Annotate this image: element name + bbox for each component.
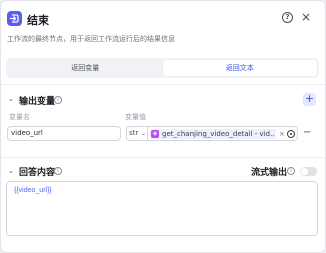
chevron-down-icon[interactable]: ⌄: [8, 167, 14, 175]
tab-return-variable[interactable]: 返回变量: [8, 60, 163, 76]
tab-return-text[interactable]: 返回文本: [162, 60, 317, 76]
panel-header: 结束 ? ×: [1, 1, 325, 34]
panel-title: 结束: [27, 14, 49, 27]
return-mode-tabs: 返回变量 返回文本: [6, 58, 319, 78]
variable-type-select[interactable]: str ⌄: [126, 126, 148, 141]
remove-variable-button[interactable]: −: [303, 128, 311, 138]
output-section-title: 输出变量: [19, 97, 56, 107]
end-node-panel: 结束 ? × 工作流的最终节点，用于返回工作流运行后的结果信息 返回变量 返回文…: [0, 0, 326, 253]
info-icon: i: [287, 167, 295, 175]
column-label-value: 变量值: [125, 113, 146, 121]
chevron-down-icon: ⌄: [140, 130, 146, 137]
variable-reference-chip[interactable]: ◈ get_chanjing_video_detail - vid...: [150, 129, 276, 139]
node-description: 工作流的最终节点，用于返回工作流运行后的结果信息: [7, 35, 175, 43]
answer-section-title: 回答内容: [19, 168, 56, 178]
divider: [1, 84, 325, 85]
clear-reference-icon[interactable]: ×: [279, 129, 285, 139]
reference-picker-icon[interactable]: [287, 130, 295, 138]
column-label-name: 变量名: [9, 113, 30, 121]
variable-type-label: str: [129, 129, 139, 137]
divider: [1, 157, 325, 158]
plugin-icon: ◈: [151, 130, 159, 138]
info-icon: i: [54, 167, 62, 175]
stream-output-label: 流式输出: [251, 168, 288, 178]
stream-output-toggle[interactable]: [300, 167, 317, 176]
end-node-icon: [7, 11, 22, 26]
add-variable-button[interactable]: +: [303, 93, 316, 106]
close-icon[interactable]: ×: [301, 10, 311, 24]
chevron-down-icon[interactable]: ⌄: [8, 95, 14, 103]
variable-name-input[interactable]: video_url: [7, 126, 121, 141]
answer-content-editor[interactable]: {{video_url}}: [6, 181, 318, 236]
variable-reference-label: get_chanjing_video_detail - vid...: [162, 130, 274, 138]
info-icon: i: [54, 96, 62, 104]
help-icon[interactable]: ?: [282, 12, 293, 23]
answer-content-text: {{video_url}}: [14, 187, 52, 194]
variable-value-field[interactable]: ◈ get_chanjing_video_detail - vid... ×: [148, 126, 298, 141]
